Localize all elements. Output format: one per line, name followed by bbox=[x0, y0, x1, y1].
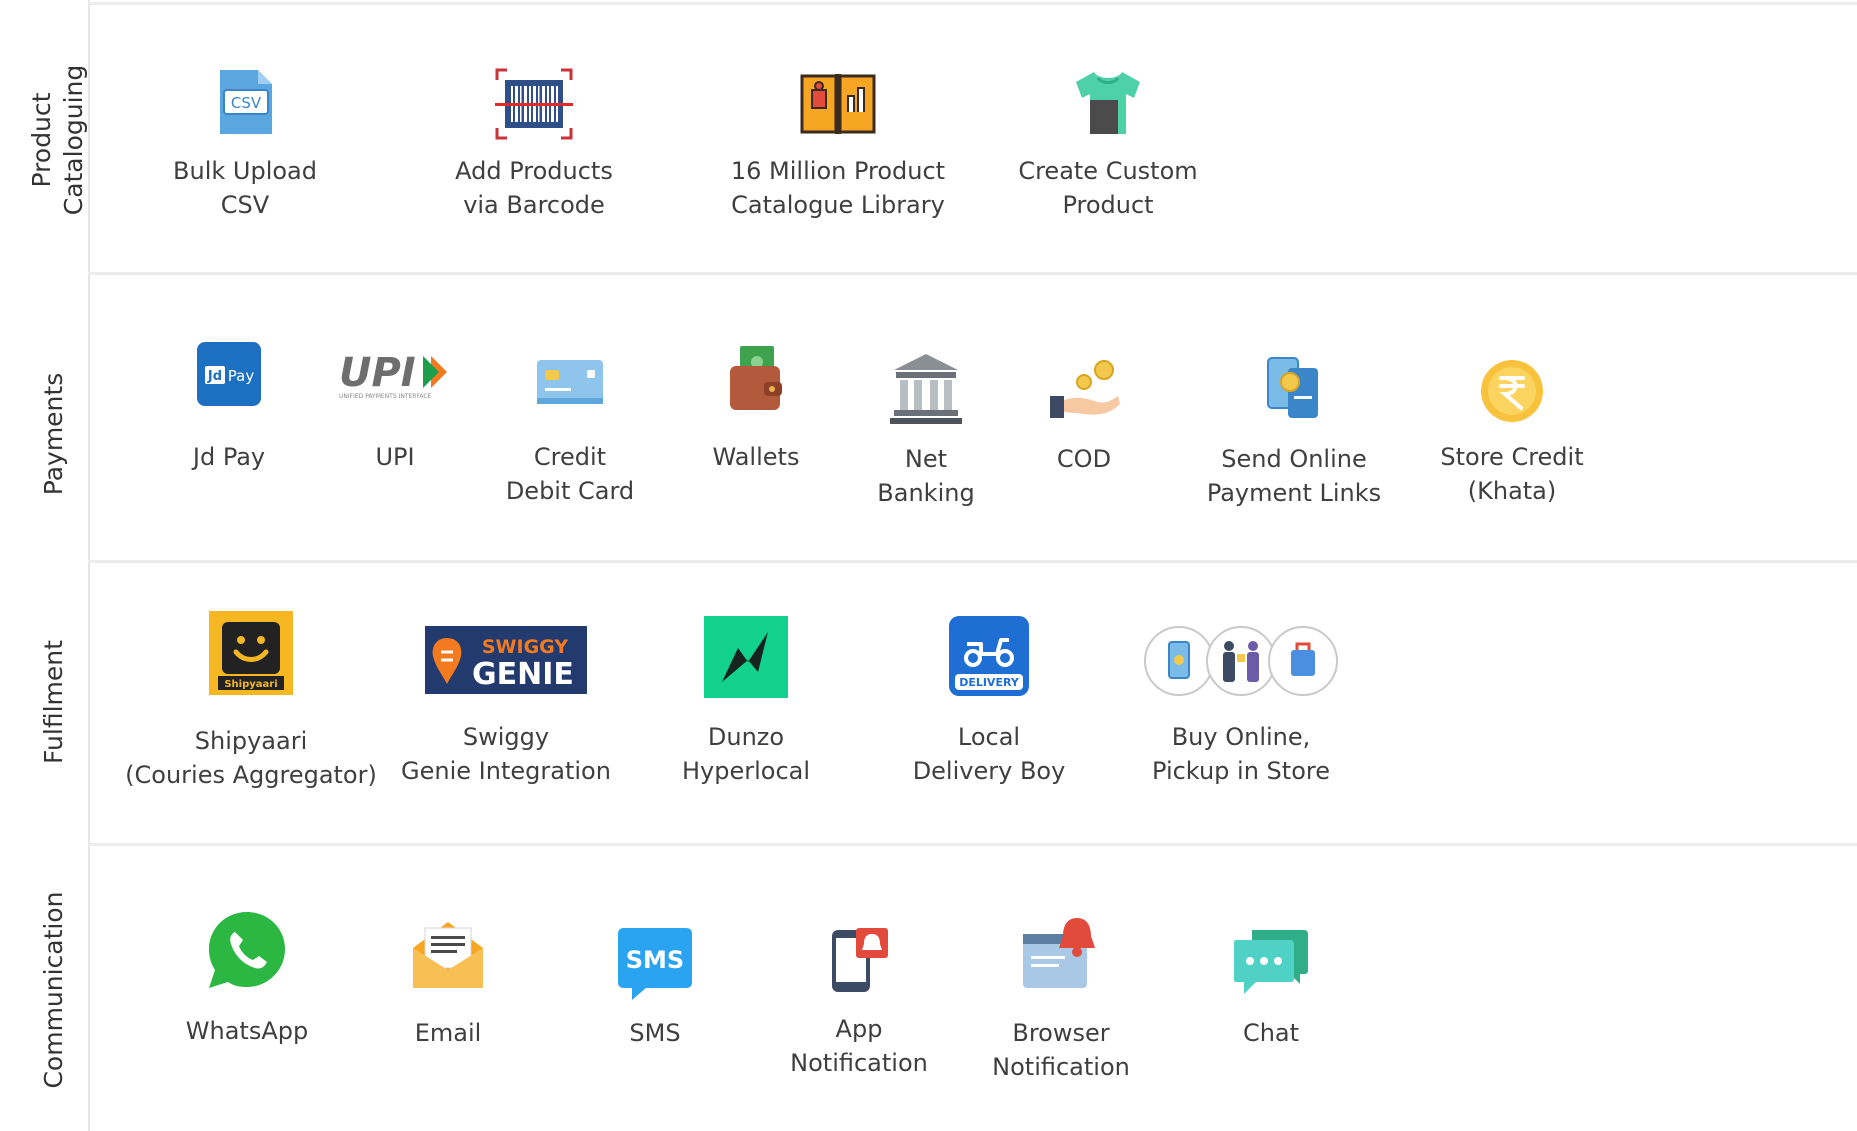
features-board: Product Cataloguing Payments Fulfilment … bbox=[0, 0, 1857, 1131]
feature-label: Buy Online, Pickup in Store bbox=[1111, 720, 1371, 788]
feature-local-delivery-boy: DELIVERY Local Delivery Boy bbox=[859, 614, 1119, 785]
rupee-coin-icon bbox=[1481, 360, 1543, 422]
tshirt-icon bbox=[1076, 72, 1140, 134]
browser-bell-icon bbox=[1023, 918, 1095, 988]
svg-text:UNIFIED PAYMENTS INTERFACE: UNIFIED PAYMENTS INTERFACE bbox=[339, 393, 432, 400]
feature-label: Shipyaari (Couries Aggregator) bbox=[121, 724, 381, 792]
section-title-line: Product bbox=[27, 92, 56, 188]
whatsapp-icon bbox=[209, 912, 285, 988]
label-line: Genie Integration bbox=[401, 757, 611, 785]
section-divider bbox=[88, 2, 1857, 5]
feature-chat: Chat bbox=[1141, 926, 1401, 1047]
svg-text:DELIVERY: DELIVERY bbox=[959, 676, 1020, 689]
store-pickup-icon bbox=[1144, 626, 1338, 696]
feature-label: Add Products via Barcode bbox=[404, 154, 664, 222]
label-line: Bulk Upload bbox=[173, 157, 317, 185]
feature-label: Create Custom Product bbox=[978, 154, 1238, 222]
label-line: Store Credit bbox=[1440, 443, 1584, 471]
feature-store-credit-khata: Store Credit (Khata) bbox=[1382, 358, 1642, 505]
section-title-communication: Communication bbox=[38, 870, 70, 1110]
label-line: Debit Card bbox=[505, 477, 635, 505]
section-title-line: Communication bbox=[39, 891, 68, 1089]
feature-bulk-upload-csv: CSV Bulk Upload CSV bbox=[115, 66, 375, 219]
label-line: Create Custom bbox=[1018, 157, 1198, 185]
feature-add-products-barcode: Add Products via Barcode bbox=[404, 66, 664, 219]
label-line: Add Products bbox=[455, 157, 613, 185]
wallet-icon bbox=[730, 346, 782, 410]
csv-file-icon: CSV bbox=[220, 70, 272, 134]
section-divider bbox=[88, 272, 1857, 275]
svg-text:Jd: Jd bbox=[207, 369, 222, 384]
label-line: Swiggy bbox=[462, 723, 550, 751]
feature-label: Local Delivery Boy bbox=[859, 720, 1119, 788]
feature-label: Store Credit (Khata) bbox=[1382, 440, 1642, 508]
feature-product-catalogue-library: 16 Million Product Catalogue Library bbox=[708, 68, 968, 219]
label-line: 16 Million Product bbox=[730, 157, 946, 185]
label-line: Shipyaari bbox=[194, 727, 308, 755]
svg-text:Shipyaari: Shipyaari bbox=[224, 679, 277, 690]
jd-pay-logo-icon: Jd Pay bbox=[197, 342, 261, 406]
svg-text:Pay: Pay bbox=[228, 367, 255, 385]
svg-text:UPI: UPI bbox=[339, 350, 416, 396]
label-line: CSV bbox=[220, 191, 270, 219]
label-line: Buy Online, bbox=[1171, 723, 1311, 751]
label-line: Notification bbox=[992, 1053, 1130, 1081]
catalogue-book-icon bbox=[800, 74, 876, 134]
sms-bubble-icon: SMS bbox=[618, 928, 692, 1000]
section-divider bbox=[88, 843, 1857, 846]
feature-label: Bulk Upload CSV bbox=[115, 154, 375, 222]
section-title-payments: Payments bbox=[38, 334, 70, 534]
shipyaari-logo-icon: Shipyaari bbox=[209, 611, 293, 695]
section-title-line: Fulfilment bbox=[39, 640, 68, 764]
svg-text:GENIE: GENIE bbox=[472, 657, 574, 692]
label-line: (Khata) bbox=[1467, 477, 1557, 505]
section-divider bbox=[88, 560, 1857, 563]
barcode-icon bbox=[495, 68, 573, 140]
section-title-product-cataloguing: Product Cataloguing bbox=[26, 20, 90, 260]
section-title-fulfilment: Fulfilment bbox=[38, 602, 70, 802]
payment-link-phone-icon bbox=[1267, 357, 1318, 418]
email-icon bbox=[413, 922, 483, 988]
feature-label: Dunzo Hyperlocal bbox=[616, 720, 876, 788]
label-line: Chat bbox=[1242, 1019, 1300, 1047]
feature-create-custom-product: Create Custom Product bbox=[978, 68, 1238, 219]
label-line: Dunzo bbox=[707, 723, 785, 751]
feature-swiggy-genie: SWIGGY GENIE Swiggy Genie Integration bbox=[376, 626, 636, 785]
feature-buy-online-pickup-store: Buy Online, Pickup in Store bbox=[1111, 624, 1371, 785]
feature-label: Chat bbox=[1141, 1016, 1401, 1050]
label-line: via Barcode bbox=[463, 191, 605, 219]
feature-label: Swiggy Genie Integration bbox=[376, 720, 636, 788]
label-line: Banking bbox=[877, 479, 975, 507]
app-notification-icon bbox=[832, 928, 888, 992]
delivery-scooter-icon: DELIVERY bbox=[949, 616, 1029, 696]
credit-card-icon bbox=[537, 360, 603, 404]
chat-bubble-icon bbox=[1234, 930, 1308, 994]
cash-hand-icon bbox=[1050, 360, 1120, 418]
label-line: Product bbox=[1062, 191, 1154, 219]
svg-text:SWIGGY: SWIGGY bbox=[482, 636, 568, 658]
label-line: Hyperlocal bbox=[681, 757, 811, 785]
svg-text:CSV: CSV bbox=[231, 94, 262, 112]
feature-shipyaari: Shipyaari Shipyaari (Couries Aggregator) bbox=[121, 610, 381, 789]
dunzo-logo-icon bbox=[704, 616, 788, 698]
svg-text:SMS: SMS bbox=[626, 946, 684, 974]
label-line: Local bbox=[957, 723, 1021, 751]
section-title-line: Payments bbox=[39, 372, 68, 496]
section-title-line: Cataloguing bbox=[59, 64, 88, 216]
label-line: Delivery Boy bbox=[912, 757, 1066, 785]
label-line: (Couries Aggregator) bbox=[125, 761, 377, 789]
swiggy-genie-logo-icon: SWIGGY GENIE bbox=[425, 626, 587, 694]
feature-label: 16 Million Product Catalogue Library bbox=[708, 154, 968, 222]
label-line: Catalogue Library bbox=[731, 191, 945, 219]
bank-icon bbox=[890, 354, 962, 424]
upi-logo-icon: UPI UNIFIED PAYMENTS INTERFACE bbox=[339, 350, 447, 400]
label-line: Pickup in Store bbox=[1152, 757, 1330, 785]
feature-dunzo: Dunzo Hyperlocal bbox=[616, 614, 876, 785]
